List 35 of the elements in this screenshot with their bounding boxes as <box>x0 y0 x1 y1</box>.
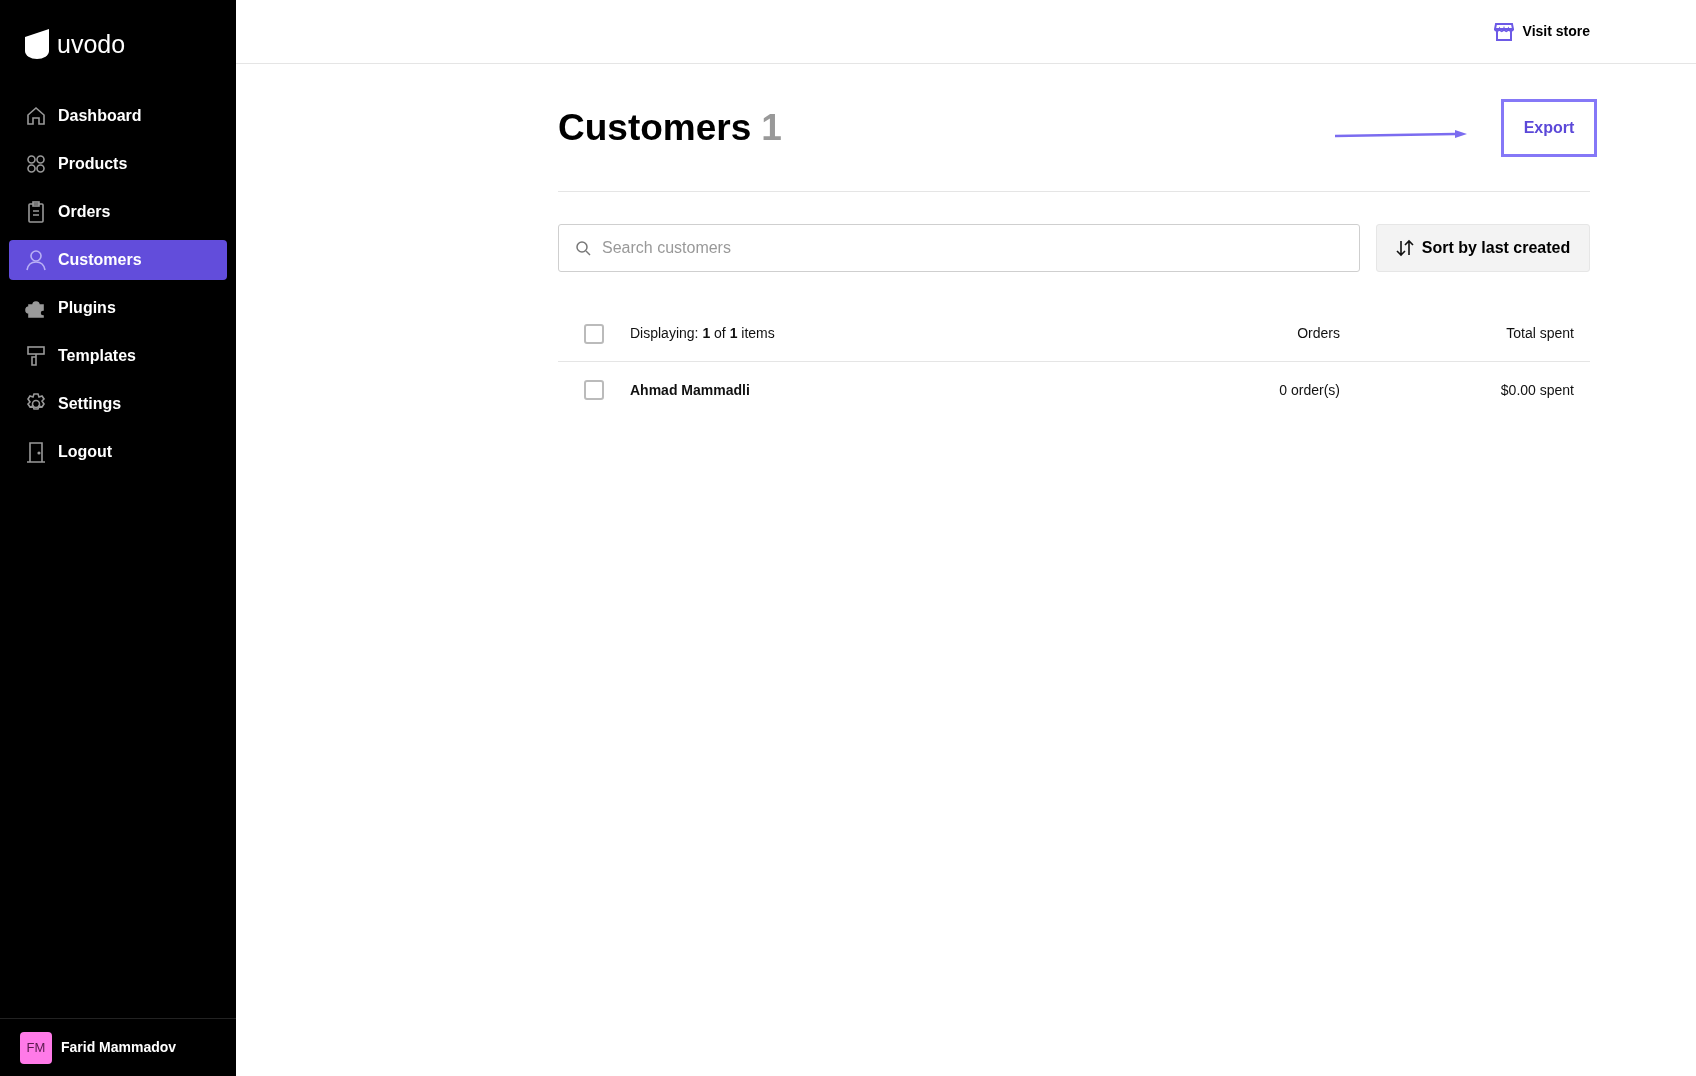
home-icon <box>25 105 47 127</box>
sort-arrows-icon <box>1395 239 1414 257</box>
search-field[interactable]: Search customers <box>558 224 1360 272</box>
nav-item[interactable]: Orders <box>9 192 227 232</box>
user-avatar: FM <box>20 1031 52 1064</box>
nav-item[interactable]: Logout <box>9 432 227 472</box>
order-count: 0 order(s) <box>1278 380 1340 400</box>
brand-name: uvodo <box>57 31 126 57</box>
shield-logo-icon <box>25 29 49 59</box>
visit-store-link[interactable]: Visit store <box>1493 21 1590 42</box>
clipboard-icon <box>25 201 47 223</box>
brush-icon <box>25 345 47 367</box>
user-icon <box>25 249 47 271</box>
row-checkbox[interactable] <box>584 380 604 400</box>
export-button[interactable]: Export <box>1501 98 1597 157</box>
storefront-icon <box>1493 22 1514 41</box>
customer-count: 1 <box>761 105 782 150</box>
select-all-checkbox[interactable] <box>584 323 604 344</box>
nav-item[interactable]: Plugins <box>9 288 227 328</box>
nav-item[interactable]: Dashboard <box>9 96 227 136</box>
sort-button[interactable]: Sort by last created <box>1376 224 1590 272</box>
column-header: Orders <box>1296 324 1340 343</box>
column-header: Total spent <box>1505 324 1575 343</box>
nav-item[interactable]: Settings <box>9 384 227 424</box>
customer-name[interactable]: Ahmad Mammadli <box>630 379 1140 401</box>
nav-item[interactable]: Products <box>9 144 227 184</box>
user-name: Farid Mammadov <box>61 1038 177 1057</box>
nav-item[interactable]: Customers <box>9 240 227 280</box>
grid-icon <box>25 153 47 175</box>
search-icon <box>575 240 591 256</box>
door-icon <box>25 441 47 463</box>
nav-item[interactable]: Templates <box>9 336 227 376</box>
display-summary: Displaying: 1 of 1 items <box>630 324 776 343</box>
page-title: Customers <box>558 105 752 150</box>
total-spent: $0.00 spent <box>1499 380 1575 400</box>
